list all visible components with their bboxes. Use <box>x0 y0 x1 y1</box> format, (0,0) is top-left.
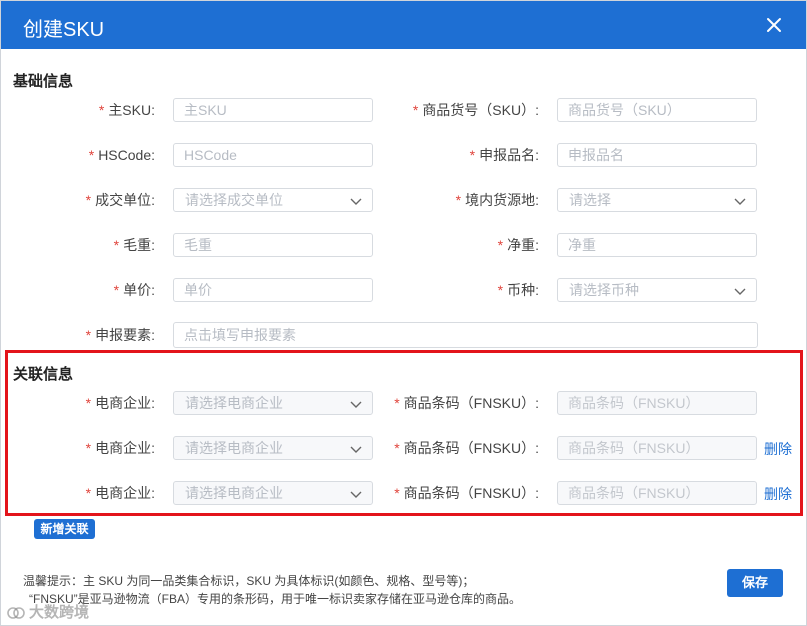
watermark: 大数跨境 <box>7 601 89 622</box>
sku-label: * 主SKU: <box>98 102 155 118</box>
company-label-3: * 电商企业: <box>85 485 155 501</box>
tip-line-1: 温馨提示：主 SKU 为同一品类集合标识，SKU 为具体标识(如颜色、规格、型号… <box>23 574 475 588</box>
gross-weight-label: * 毛重: <box>113 237 155 253</box>
fnsku-field-1[interactable] <box>557 391 757 415</box>
company-placeholder-1: 请选择电商企业 <box>185 395 283 411</box>
declare-name-label: * 申报品名: <box>469 147 539 163</box>
declare-name-field[interactable] <box>557 143 757 167</box>
item-no-input[interactable] <box>558 99 756 121</box>
watermark-text: 大数跨境 <box>29 604 90 621</box>
net-weight-input[interactable] <box>558 234 756 256</box>
fnsku-field-3[interactable] <box>557 481 757 505</box>
chevron-down-icon <box>734 194 746 206</box>
fnsku-field-2[interactable] <box>557 436 757 460</box>
declare-name-input[interactable] <box>558 144 756 166</box>
unit-price-label: * 单价: <box>113 282 155 298</box>
currency-label: * 币种: <box>497 282 539 298</box>
deal-unit-placeholder: 请选择成交单位 <box>185 192 283 208</box>
net-weight-field[interactable] <box>557 233 757 257</box>
deal-unit-label: * 成交单位: <box>85 192 155 208</box>
save-button[interactable]: 保存 <box>727 569 783 597</box>
item-no-label: * 商品货号（SKU）: <box>412 102 539 118</box>
dialog-header: 创建SKU <box>1 1 806 49</box>
currency-select[interactable]: 请选择币种 <box>557 278 757 302</box>
fnsku-label-3: * 商品条码（FNSKU）: <box>394 485 539 501</box>
fnsku-input-2[interactable] <box>558 437 756 459</box>
company-label-2: * 电商企业: <box>85 440 155 456</box>
fnsku-input-3[interactable] <box>558 482 756 504</box>
company-placeholder-2: 请选择电商企业 <box>185 440 283 456</box>
tip-line-2: “FNSKU”是亚马逊物流（FBA）专用的条形码，用于唯一标识卖家存储在亚马逊仓… <box>29 592 522 606</box>
declare-elements-label: * 申报要素: <box>85 327 155 343</box>
origin-label: * 境内货源地: <box>455 192 539 208</box>
company-label-1: * 电商企业: <box>85 395 155 411</box>
company-placeholder-3: 请选择电商企业 <box>185 485 283 501</box>
delete-link-3[interactable]: 删除 <box>764 484 792 504</box>
basic-info-title: 基础信息 <box>13 73 74 90</box>
declare-elements-input[interactable] <box>174 323 757 347</box>
create-sku-dialog: 创建SKU 基础信息 *主SKU: *商品货号（SKU）: *HSCode: *… <box>0 0 807 626</box>
item-no-field[interactable] <box>557 98 757 122</box>
delete-link-2[interactable]: 删除 <box>764 439 792 459</box>
origin-select[interactable]: 请选择 <box>557 188 757 212</box>
watermark-logo-icon <box>7 606 25 620</box>
related-info-title: 关联信息 <box>13 366 74 383</box>
fnsku-label-2: * 商品条码（FNSKU）: <box>394 440 539 456</box>
add-relation-button[interactable]: 新增关联 <box>34 519 95 539</box>
fnsku-input-1[interactable] <box>558 392 756 414</box>
dialog-title: 创建SKU <box>23 19 105 41</box>
currency-placeholder: 请选择币种 <box>569 282 639 298</box>
fnsku-label-1: * 商品条码（FNSKU）: <box>394 395 539 411</box>
declare-elements-field[interactable] <box>173 322 758 348</box>
close-icon[interactable] <box>765 16 783 34</box>
origin-placeholder: 请选择 <box>569 192 611 208</box>
net-weight-label: * 净重: <box>497 237 539 253</box>
hscode-label: * HSCode: <box>88 147 155 163</box>
chevron-down-icon <box>734 284 746 296</box>
